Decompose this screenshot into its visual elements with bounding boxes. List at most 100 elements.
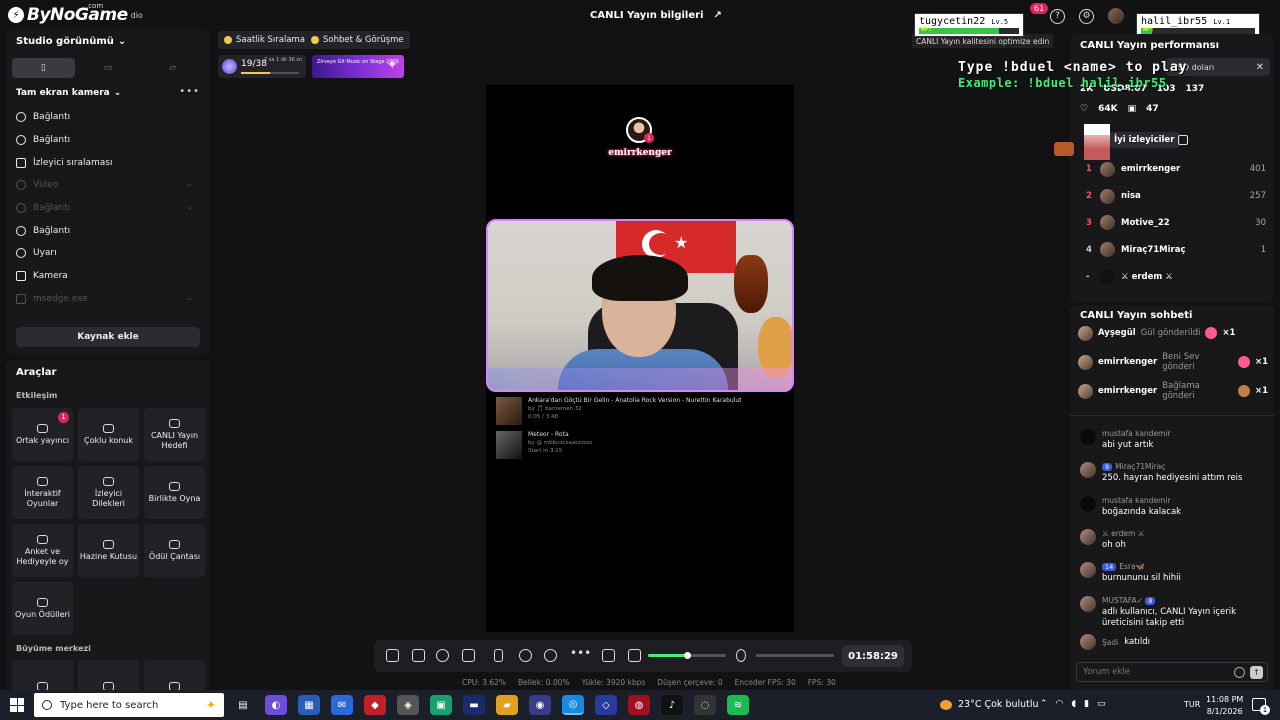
camera-frame: ★ <box>486 219 794 392</box>
more-options-icon[interactable]: ••• <box>179 86 200 97</box>
list-icon[interactable] <box>1178 135 1188 145</box>
chevron-up-icon[interactable]: ⌃ <box>1040 699 1048 709</box>
portrait-tab[interactable]: ▯ <box>12 58 75 78</box>
settings-gear-icon[interactable]: ⚙ <box>1079 8 1094 24</box>
app-icon[interactable]: ◇ <box>595 695 617 715</box>
spotify-icon[interactable]: ≋ <box>727 695 749 715</box>
effects-icon[interactable] <box>412 649 425 662</box>
ranking-row[interactable]: 1 emirrkenger 401 <box>1086 156 1266 183</box>
likes-stat: 64K <box>1098 104 1118 114</box>
source-item[interactable]: Bağlantı ⌣ <box>16 197 202 220</box>
game-app-icon[interactable]: ◆ <box>364 695 386 715</box>
promo-banner[interactable]: Zirveye Git Music on Stage 2026 ✦ <box>312 55 404 78</box>
store-icon[interactable]: ▦ <box>298 695 320 715</box>
emoji-icon[interactable] <box>1234 667 1245 678</box>
phone-icon[interactable] <box>494 649 503 662</box>
top-viewers-tab[interactable]: İyi izleyiciler <box>1108 132 1181 148</box>
windows-start-icon[interactable] <box>10 698 24 712</box>
language-indicator[interactable]: TUR <box>1184 700 1200 709</box>
add-source-button[interactable]: Kaynak ekle <box>16 327 200 347</box>
multi-guest-button[interactable]: Çoklu konuk <box>78 408 139 461</box>
source-item[interactable]: Bağlantı <box>16 219 202 242</box>
taskbar-search[interactable]: Type here to search ✦ <box>34 693 224 717</box>
game-rewards-button[interactable]: Oyun Ödülleri <box>12 582 73 635</box>
co-host-button[interactable]: 1 Ortak yayıncı <box>12 408 73 461</box>
send-icon[interactable]: ↑ <box>1250 666 1263 679</box>
help-icon[interactable]: ? <box>1050 8 1065 24</box>
edge-icon[interactable]: ◎ <box>562 695 584 715</box>
share-icon[interactable]: ↗ <box>714 10 722 21</box>
live-progress-pill[interactable]: 19/38 2 sa 1 dk 36 sn <box>218 55 306 78</box>
growth-tool-1[interactable] <box>12 660 73 690</box>
settings-sliders-icon[interactable] <box>602 649 615 662</box>
weather-widget[interactable]: 23°C Çok bulutlu <box>940 699 1039 710</box>
top-bar: ⚡ ByNoGame dio .com CANLI Yayın bilgiler… <box>0 0 1280 32</box>
magic-wand-icon[interactable] <box>386 649 399 662</box>
hourly-rank-pill[interactable]: Saatlik Sıralama <box>218 31 312 49</box>
poll-button[interactable]: Anket ve Hediyeyle oy <box>12 524 73 577</box>
app-icon[interactable]: ◈ <box>397 695 419 715</box>
microphone-icon[interactable] <box>736 649 746 662</box>
chrome-icon[interactable]: ◉ <box>529 695 551 715</box>
rose-gift-icon <box>1205 327 1218 339</box>
source-item[interactable]: Bağlantı <box>16 129 202 152</box>
stream-preview[interactable]: 1 emirrkenger ★ Ankara'dan Göçtü Bir Gel… <box>486 85 794 632</box>
battery-icon[interactable]: ▭ <box>1097 699 1106 709</box>
volume-icon[interactable]: ◖ <box>1071 699 1076 709</box>
app-icon[interactable]: ▣ <box>430 695 452 715</box>
ranking-row[interactable]: - ⚔ erdem ⚔ <box>1086 263 1266 290</box>
volume-slider[interactable] <box>648 652 726 659</box>
taskbar-clock[interactable]: 11:08 PM 8/1/2026 <box>1206 694 1243 717</box>
profile-avatar[interactable] <box>1108 8 1124 24</box>
app-icon[interactable]: ◍ <box>628 695 650 715</box>
source-item[interactable]: İzleyici sıralaması <box>16 151 202 174</box>
copilot-icon[interactable]: ◐ <box>265 695 287 715</box>
filter-icon[interactable] <box>436 649 449 662</box>
interactive-games-button[interactable]: İnteraktif Oyunlar <box>12 466 73 519</box>
task-view-icon[interactable]: ▤ <box>232 695 254 715</box>
treasure-box-button[interactable]: Hazine Kutusu <box>78 524 139 577</box>
chat-meet-pill[interactable]: Sohbet & Görüşme <box>305 31 410 49</box>
source-item[interactable]: msedge.exe ⌣ <box>16 288 202 311</box>
camera-switch-icon[interactable] <box>544 649 557 662</box>
mail-icon[interactable]: ✉ <box>331 695 353 715</box>
split-tab[interactable]: ▱ <box>141 58 204 78</box>
live-goal-button[interactable]: CANLI Yayın Hedefi <box>144 408 205 461</box>
network-icon[interactable]: ◠ <box>1056 699 1064 709</box>
growth-tool-2[interactable] <box>78 660 139 690</box>
ranking-row[interactable]: 3 Motive_22 30 <box>1086 210 1266 237</box>
record-icon[interactable] <box>519 649 532 662</box>
app-icon[interactable]: ▬ <box>463 695 485 715</box>
close-icon[interactable]: ✕ <box>1256 62 1264 73</box>
source-item[interactable]: Uyarı <box>16 242 202 265</box>
microphone-icon[interactable]: ▮ <box>1084 699 1089 709</box>
comment-input[interactable]: Yorum ekle ↑ <box>1076 662 1268 682</box>
mic-level-slider[interactable] <box>756 654 834 657</box>
viewer-wishes-button[interactable]: İzleyici Dilekleri <box>78 466 139 519</box>
studio-view-dropdown[interactable]: Studio görünümü ⌄ <box>16 36 126 47</box>
more-icon[interactable]: ••• <box>570 646 591 660</box>
visibility-icon[interactable]: ⌣ <box>187 180 192 190</box>
source-item[interactable]: Video ⌣ <box>16 174 202 197</box>
treasure-icon <box>103 539 114 549</box>
tiktok-icon[interactable]: ♪ <box>661 695 683 715</box>
play-together-button[interactable]: Birlikte Oyna <box>144 466 205 519</box>
visibility-icon[interactable]: ⌣ <box>187 203 192 213</box>
top-icons: ? ⚙ <box>1050 8 1124 24</box>
visibility-icon[interactable]: ⌣ <box>187 294 192 304</box>
add-media-icon[interactable] <box>462 649 475 662</box>
ranking-row[interactable]: 2 nisa 257 <box>1086 183 1266 210</box>
live-info-title[interactable]: CANLI Yayın bilgileri ↗ <box>590 10 722 21</box>
reward-bag-button[interactable]: Ödül Çantası <box>144 524 205 577</box>
speaker-icon[interactable] <box>628 649 641 662</box>
folder-icon[interactable]: ▰ <box>496 695 518 715</box>
app-icon[interactable]: ◌ <box>694 695 716 715</box>
ranking-row[interactable]: 4 Miraç71Miraç 1 <box>1086 236 1266 263</box>
source-item[interactable]: Kamera <box>16 265 202 288</box>
landscape-tab[interactable]: ▭ <box>77 58 140 78</box>
growth-tool-3[interactable] <box>144 660 205 690</box>
scene-dropdown[interactable]: Tam ekran kamera ⌄ <box>16 88 121 98</box>
notification-center-icon[interactable]: 1 <box>1252 698 1270 715</box>
gift-icon <box>103 477 114 487</box>
source-item[interactable]: Bağlantı <box>16 106 202 129</box>
